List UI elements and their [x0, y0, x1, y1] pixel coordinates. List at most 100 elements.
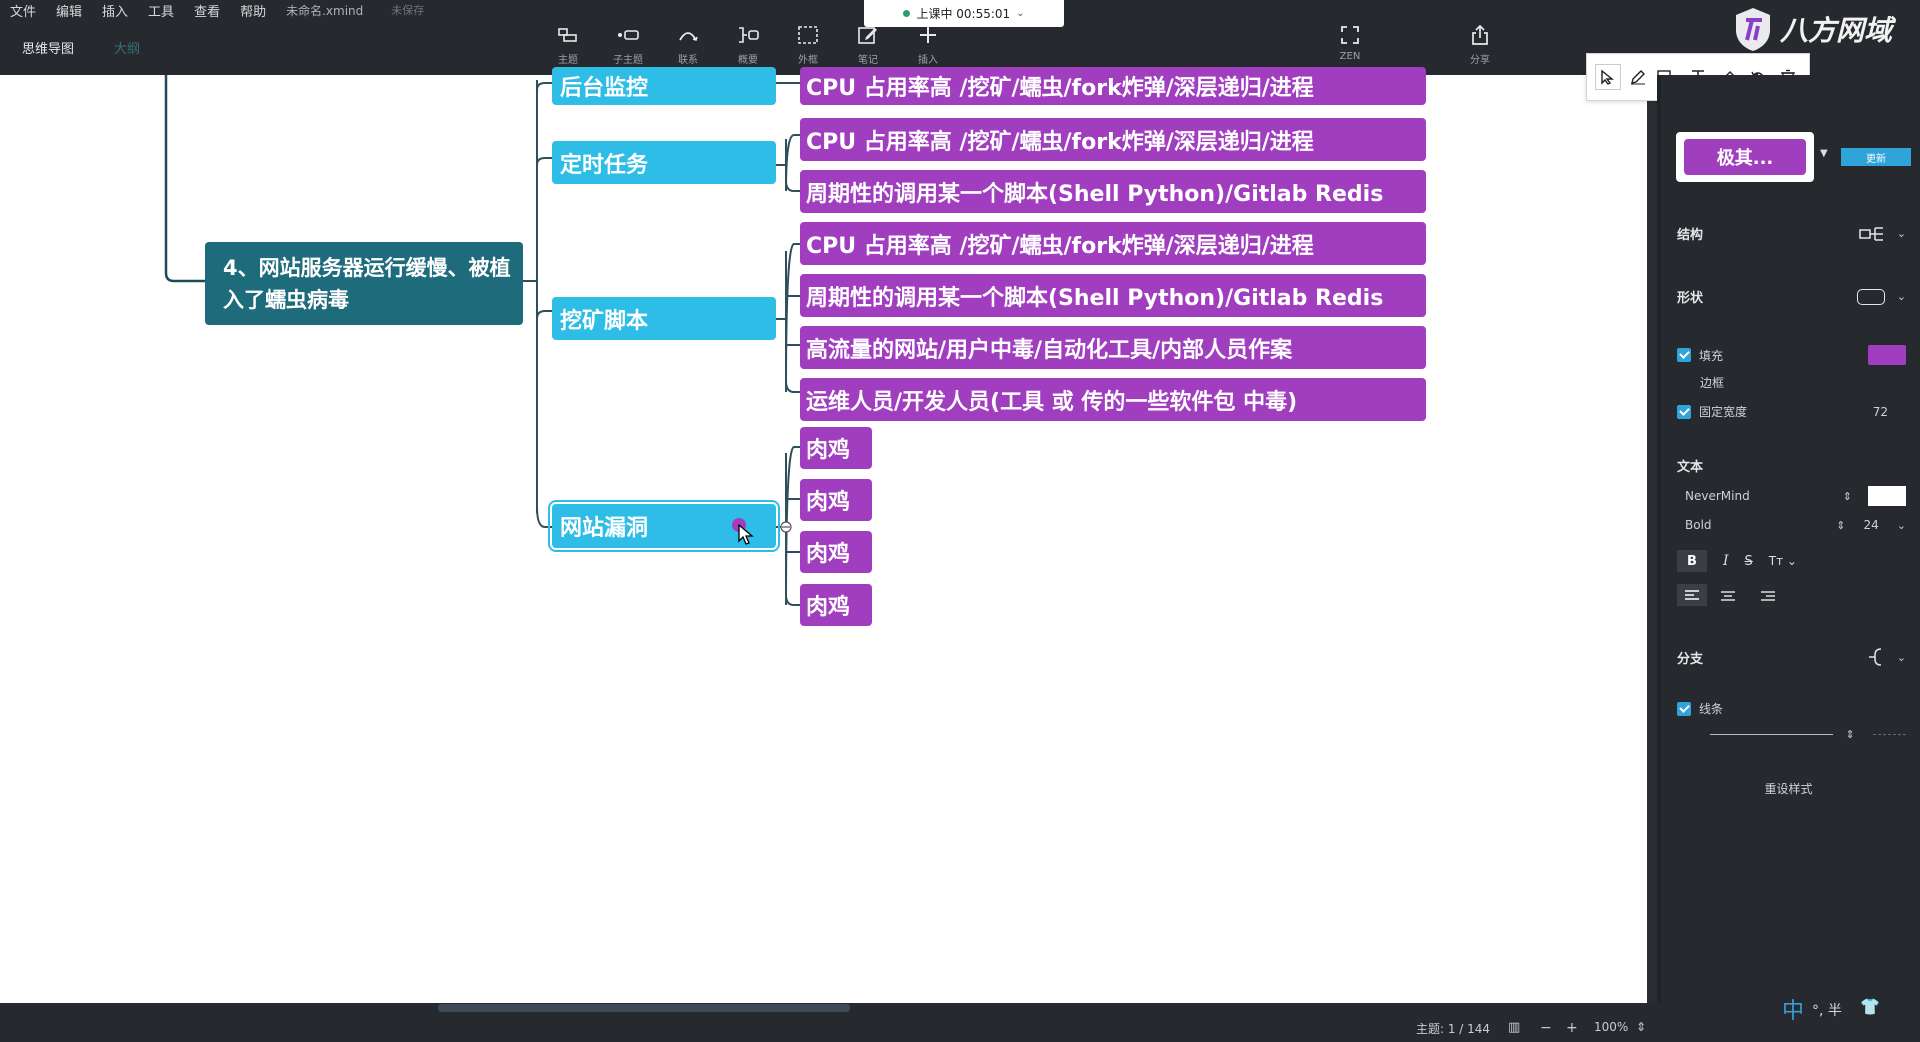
- share-button[interactable]: 分享: [1450, 24, 1510, 66]
- line-style-row[interactable]: ⇕: [1710, 728, 1906, 741]
- leaf-topic-label: CPU 占用率高 /挖矿/蠕虫/fork炸弹/深层递归/进程: [806, 129, 1314, 155]
- branch-label: 分支: [1677, 651, 1704, 667]
- shape-row[interactable]: 形状 ⌄: [1677, 287, 1906, 306]
- leaf-topic[interactable]: 周期性的调用某一个脚本(Shell Python)/Gitlab Redis: [800, 170, 1426, 213]
- tab-mindmap[interactable]: 思维导图: [22, 38, 74, 57]
- leaf-topic[interactable]: 肉鸡: [800, 427, 872, 469]
- font-weight-select[interactable]: Bold: [1685, 518, 1712, 532]
- root-topic[interactable]: 4、网站服务器运行缓慢、被植入了蠕虫病毒: [205, 242, 523, 325]
- shirt-icon[interactable]: 👕: [1860, 997, 1880, 1016]
- recording-badge[interactable]: 上课中 00:55:01 ⌄: [864, 0, 1064, 27]
- fill-color-swatch[interactable]: [1868, 345, 1906, 365]
- leaf-topic[interactable]: 肉鸡: [800, 584, 872, 626]
- font-family-row[interactable]: NeverMind ⇕: [1685, 486, 1906, 506]
- note-button[interactable]: 笔记: [838, 24, 898, 66]
- leaf-topic[interactable]: 肉鸡: [800, 479, 872, 521]
- fullscreen-icon: [1339, 24, 1361, 46]
- logo-icon: [1736, 8, 1770, 51]
- chevron-down-icon: ⌄: [1896, 227, 1906, 240]
- leaf-topic[interactable]: 高流量的网站/用户中毒/自动化工具/内部人员作案: [800, 326, 1426, 369]
- menu-edit[interactable]: 编辑: [56, 1, 82, 20]
- structure-row[interactable]: 结构 ⌄: [1677, 224, 1906, 243]
- menu-file[interactable]: 文件: [10, 1, 36, 20]
- align-right-icon[interactable]: [1761, 586, 1775, 605]
- leaf-topic-label: 肉鸡: [806, 438, 851, 463]
- fixed-width-row[interactable]: 固定宽度 72: [1677, 403, 1906, 420]
- font-color-swatch[interactable]: [1868, 486, 1906, 506]
- zen-button[interactable]: ZEN: [1320, 24, 1380, 62]
- italic-icon[interactable]: I: [1723, 553, 1729, 569]
- strikethrough-icon[interactable]: S: [1745, 554, 1753, 569]
- menu-help[interactable]: 帮助: [240, 1, 266, 20]
- leaf-topic[interactable]: CPU 占用率高 /挖矿/蠕虫/fork炸弹/深层递归/进程: [800, 222, 1426, 265]
- menu-insert[interactable]: 插入: [102, 1, 128, 20]
- leaf-topic[interactable]: 周期性的调用某一个脚本(Shell Python)/Gitlab Redis: [800, 274, 1426, 317]
- line-checkbox[interactable]: [1677, 701, 1691, 716]
- branch-topic-selected[interactable]: 网站漏洞: [548, 500, 780, 552]
- fill-checkbox[interactable]: [1677, 348, 1691, 362]
- plus-icon: [917, 24, 939, 46]
- tab-outline[interactable]: 大纲: [114, 38, 140, 57]
- leaf-topic[interactable]: 运维人员/开发人员(工具 或 传的一些软件包 中毒): [800, 378, 1426, 421]
- zoom-in-button[interactable]: +: [1566, 1020, 1578, 1036]
- rounded-rect-icon: [1856, 288, 1885, 305]
- insert-button[interactable]: 插入: [898, 24, 958, 66]
- reset-style-button[interactable]: 重设样式: [1764, 780, 1812, 797]
- menu-bar: 文件 编辑 插入 工具 查看 帮助 未命名.xmind 未保存: [10, 0, 424, 20]
- summary-button[interactable]: 概要: [718, 24, 778, 66]
- insert-label: 插入: [918, 55, 938, 66]
- stepper-icon[interactable]: ⇕: [1636, 1020, 1646, 1034]
- fill-row[interactable]: 填充: [1677, 345, 1906, 365]
- line-row[interactable]: 线条: [1677, 700, 1906, 717]
- branch-row[interactable]: 分支 ⌄: [1677, 647, 1906, 667]
- bold-icon[interactable]: B: [1677, 550, 1707, 572]
- ime-mode[interactable]: °, 半: [1812, 1000, 1842, 1020]
- align-left-icon[interactable]: [1677, 584, 1707, 606]
- leaf-topic[interactable]: CPU 占用率高 /挖矿/蠕虫/fork炸弹/深层递归/进程: [800, 118, 1426, 161]
- topic-label: 主题: [558, 55, 578, 66]
- stepper-icon: ⇕: [1845, 728, 1855, 741]
- zoom-out-button[interactable]: −: [1540, 1020, 1552, 1036]
- book-icon[interactable]: ▥: [1508, 1020, 1520, 1035]
- pen-tool-icon[interactable]: [1625, 64, 1651, 90]
- recording-text: 上课中 00:55:01: [916, 7, 1011, 21]
- style-dropdown-icon[interactable]: ▼: [1820, 148, 1828, 159]
- status-bar: [0, 1003, 1920, 1042]
- font-family-select[interactable]: NeverMind: [1685, 489, 1750, 503]
- text-case-icon[interactable]: Tт ⌄: [1769, 554, 1797, 568]
- subtopic-button[interactable]: 子主题: [598, 24, 658, 66]
- boundary-icon: [797, 24, 819, 46]
- branch-topic[interactable]: 后台监控: [552, 67, 776, 105]
- fixed-width-value[interactable]: 72: [1873, 405, 1888, 419]
- subtopic-label: 子主题: [613, 55, 643, 66]
- leaf-topic[interactable]: CPU 占用率高 /挖矿/蠕虫/fork炸弹/深层递归/进程: [800, 67, 1426, 105]
- summary-label: 概要: [738, 55, 758, 66]
- fixed-width-checkbox[interactable]: [1677, 404, 1691, 419]
- zoom-level[interactable]: 100%: [1594, 1020, 1628, 1034]
- topic-button[interactable]: 主题: [538, 24, 598, 66]
- leaf-topic[interactable]: 肉鸡: [800, 531, 872, 573]
- stepper-icon: ⇕: [1842, 489, 1852, 503]
- update-style-button[interactable]: 更新: [1841, 148, 1911, 166]
- relationship-button[interactable]: 联系: [658, 24, 718, 66]
- ime-indicator[interactable]: 中: [1782, 993, 1804, 1025]
- menu-tools[interactable]: 工具: [148, 1, 174, 20]
- chevron-down-icon: ⌄: [1896, 290, 1906, 303]
- select-tool-icon[interactable]: [1595, 64, 1621, 90]
- horizontal-scrollbar[interactable]: [438, 1004, 850, 1012]
- font-size-select[interactable]: 24: [1864, 518, 1879, 532]
- line-width-select[interactable]: [1710, 734, 1834, 735]
- mindmap-canvas[interactable]: 4、网站服务器运行缓慢、被植入了蠕虫病毒 后台监控 定时任务 挖矿脚本 网站漏洞…: [0, 67, 1647, 1003]
- menu-view[interactable]: 查看: [194, 1, 220, 20]
- branch-topic[interactable]: 挖矿脚本: [552, 297, 776, 340]
- line-pattern-select[interactable]: [1872, 734, 1906, 735]
- save-status: 未保存: [391, 4, 425, 17]
- alignment-row: [1677, 584, 1906, 606]
- boundary-button[interactable]: 外框: [778, 24, 838, 66]
- border-row[interactable]: 边框: [1700, 374, 1906, 391]
- style-preview[interactable]: 极其...: [1676, 132, 1814, 182]
- branch-topic[interactable]: 定时任务: [552, 141, 776, 184]
- font-weight-row[interactable]: Bold ⇕ 24 ⌄: [1685, 518, 1906, 532]
- reset-style-row: 重设样式: [1657, 780, 1920, 797]
- align-center-icon[interactable]: [1721, 586, 1735, 605]
